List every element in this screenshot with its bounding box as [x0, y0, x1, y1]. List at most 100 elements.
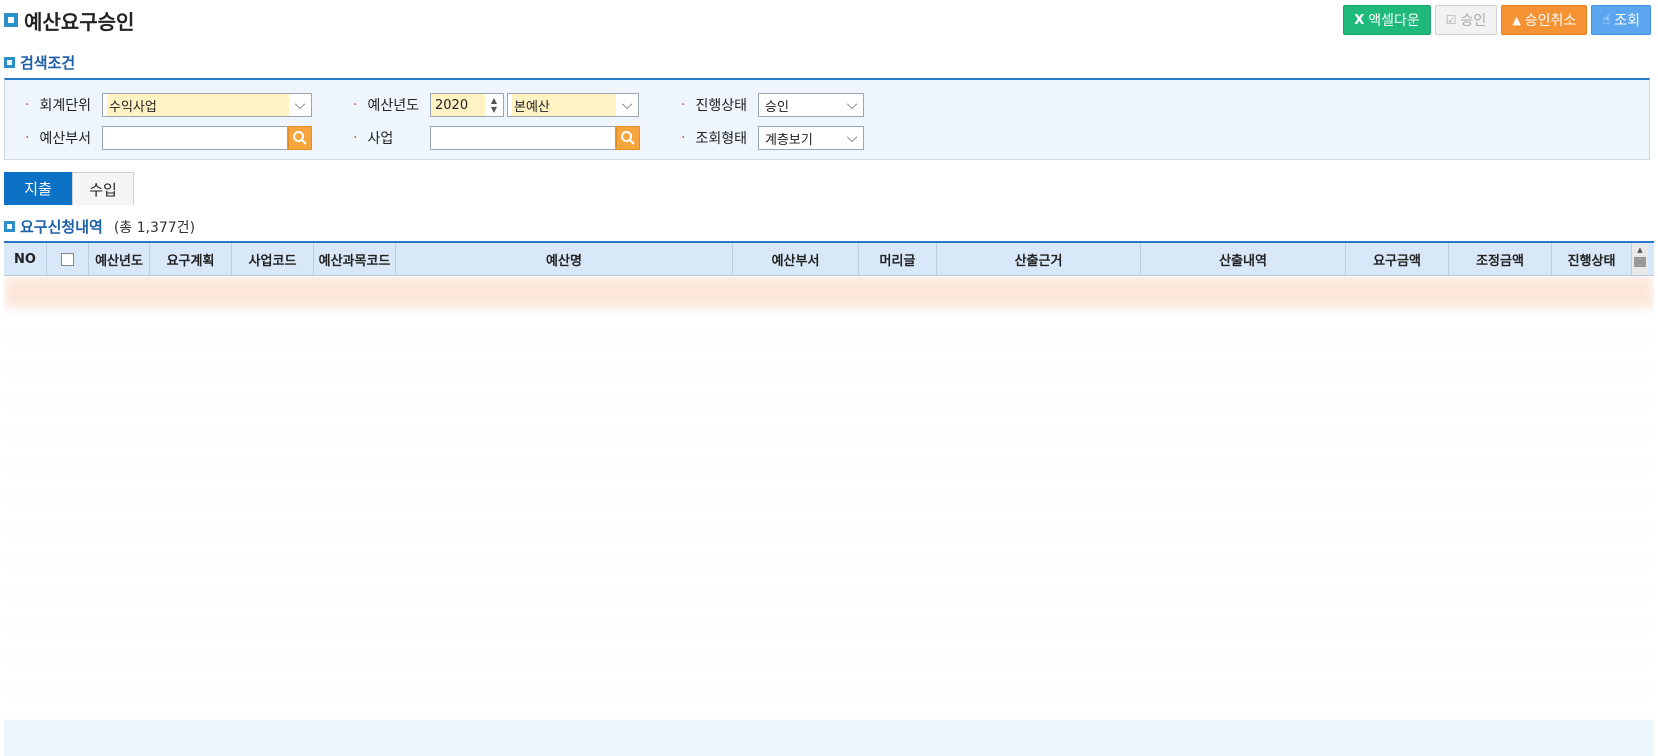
search-condition-panel: · 회계단위 수익사업 ⌵ · 예산년도 2020 ▲ ▼ 본예산 ⌵ · 진행상… — [4, 78, 1650, 160]
table-row[interactable] — [4, 372, 1654, 404]
progress-status-label: · 진행상태 — [681, 93, 747, 117]
accounting-unit-select[interactable]: 수익사업 ⌵ — [102, 93, 312, 117]
col-header-year[interactable]: 예산년도 — [89, 243, 150, 275]
budget-year-value: 2020 — [435, 97, 469, 113]
view-type-label-text: 조회형태 — [695, 131, 747, 147]
col-header-adj-amount[interactable]: 조정금액 — [1449, 243, 1552, 275]
approve-button[interactable]: ☑ 승인 — [1434, 5, 1498, 35]
business-search-button[interactable] — [616, 126, 640, 150]
list-section-title: 요구신청내역 (총 1,377건) — [4, 216, 195, 237]
table-row[interactable] — [4, 500, 1654, 532]
required-dot: · — [353, 97, 358, 113]
required-dot: · — [681, 97, 686, 113]
chevron-down-icon: ⌵ — [841, 127, 863, 149]
warning-icon: ▲ — [1512, 13, 1521, 27]
progress-status-select[interactable]: 승인 ⌵ — [758, 93, 864, 117]
approval-cancel-label: 승인취소 — [1524, 13, 1577, 29]
title-square-icon — [4, 13, 18, 27]
budget-year-spinner[interactable]: 2020 ▲ ▼ — [430, 93, 504, 117]
excel-download-label: 액셀다운 — [1368, 13, 1420, 29]
search-button[interactable]: ☝ 조회 — [1591, 5, 1651, 35]
progress-status-value: 승인 — [765, 99, 789, 115]
table-row[interactable] — [4, 564, 1654, 596]
grid-scrollbar-top[interactable]: ▲ — [1632, 243, 1648, 275]
tab-expenditure[interactable]: 지출 — [4, 172, 72, 205]
table-row[interactable] — [4, 468, 1654, 500]
chevron-down-icon: ⌵ — [289, 94, 311, 116]
view-type-select[interactable]: 계층보기 ⌵ — [758, 126, 864, 150]
accounting-unit-label: · 회계단위 — [25, 93, 91, 117]
required-dot: · — [25, 130, 30, 146]
grid-body-obscured — [4, 276, 1654, 756]
spinner-arrows-icon[interactable]: ▲ ▼ — [485, 94, 503, 116]
col-header-biz-code[interactable]: 사업코드 — [232, 243, 314, 275]
table-row[interactable] — [4, 660, 1654, 692]
magnifier-icon — [293, 131, 307, 145]
pointer-hand-icon: ☝ — [1602, 12, 1611, 28]
table-row[interactable] — [4, 404, 1654, 436]
budget-dept-label-text: 예산부서 — [39, 131, 91, 147]
table-row[interactable] — [4, 340, 1654, 372]
check-square-icon: ☑ — [1445, 13, 1457, 27]
col-header-budget-name[interactable]: 예산명 — [396, 243, 733, 275]
scroll-thumb[interactable] — [1634, 257, 1646, 267]
col-header-detail[interactable]: 산출내역 — [1141, 243, 1346, 275]
budget-type-value: 본예산 — [512, 94, 616, 116]
budget-dept-search-button[interactable] — [288, 126, 312, 150]
tab-bar: 지출 수입 — [4, 172, 134, 205]
progress-status-label-text: 진행상태 — [695, 98, 747, 114]
budget-year-label-text: 예산년도 — [367, 98, 419, 114]
view-type-value: 계층보기 — [765, 132, 813, 148]
col-header-no[interactable]: NO — [4, 243, 47, 275]
budget-dept-label: · 예산부서 — [25, 126, 91, 150]
search-section-label: 검색조건 — [20, 54, 76, 72]
required-dot: · — [353, 130, 358, 146]
magnifier-icon — [621, 131, 635, 145]
blurred-rows — [4, 276, 1654, 724]
request-grid: NO 예산년도 요구계획 사업코드 예산과목코드 예산명 예산부서 머리글 산출… — [4, 241, 1654, 756]
col-header-dept[interactable]: 예산부서 — [733, 243, 859, 275]
excel-download-button[interactable]: X 액셀다운 — [1343, 5, 1431, 35]
col-header-plan[interactable]: 요구계획 — [150, 243, 232, 275]
table-row[interactable] — [4, 436, 1654, 468]
search-label: 조회 — [1614, 13, 1640, 29]
table-row[interactable] — [4, 628, 1654, 660]
col-header-subject-code[interactable]: 예산과목코드 — [314, 243, 396, 275]
budget-dept-input[interactable] — [102, 126, 288, 150]
business-label: · 사업 — [353, 126, 393, 150]
page-title-area: 예산요구승인 — [4, 6, 134, 34]
chevron-down-icon: ⌵ — [616, 94, 638, 116]
search-section-title: 검색조건 — [4, 52, 75, 73]
approve-label: 승인 — [1460, 13, 1487, 29]
list-total-count: (총 1,377건) — [113, 219, 196, 236]
col-header-check[interactable] — [47, 243, 89, 275]
list-section-label: 요구신청내역 — [20, 218, 103, 236]
required-dot: · — [25, 97, 30, 113]
budget-year-label: · 예산년도 — [353, 93, 419, 117]
scroll-up-arrow-icon[interactable]: ▲ — [1637, 246, 1642, 254]
col-header-prefix[interactable]: 머리글 — [859, 243, 937, 275]
excel-icon: X — [1354, 12, 1365, 28]
table-row[interactable] — [4, 276, 1654, 308]
tab-revenue[interactable]: 수입 — [72, 172, 134, 205]
col-header-basis[interactable]: 산출근거 — [937, 243, 1141, 275]
table-row[interactable] — [4, 308, 1654, 340]
select-all-checkbox[interactable] — [61, 252, 74, 266]
section-square-icon — [4, 221, 15, 232]
budget-type-select[interactable]: 본예산 ⌵ — [507, 93, 639, 117]
business-label-text: 사업 — [367, 131, 394, 147]
view-type-label: · 조회형태 — [681, 126, 747, 150]
required-dot: · — [681, 130, 686, 146]
accounting-unit-label-text: 회계단위 — [39, 98, 91, 114]
table-row[interactable] — [4, 532, 1654, 564]
approval-cancel-button[interactable]: ▲ 승인취소 — [1501, 5, 1588, 35]
chevron-down-icon: ⌵ — [841, 94, 863, 116]
grid-footer-obscured — [4, 720, 1654, 756]
business-input[interactable] — [430, 126, 616, 150]
page-title: 예산요구승인 — [24, 9, 135, 34]
col-header-req-amount[interactable]: 요구금액 — [1346, 243, 1449, 275]
table-row[interactable] — [4, 596, 1654, 628]
toolbar: X 액셀다운 ☑ 승인 ▲ 승인취소 ☝ 조회 — [1343, 5, 1651, 35]
grid-header: NO 예산년도 요구계획 사업코드 예산과목코드 예산명 예산부서 머리글 산출… — [4, 243, 1654, 276]
col-header-status[interactable]: 진행상태 — [1552, 243, 1632, 275]
